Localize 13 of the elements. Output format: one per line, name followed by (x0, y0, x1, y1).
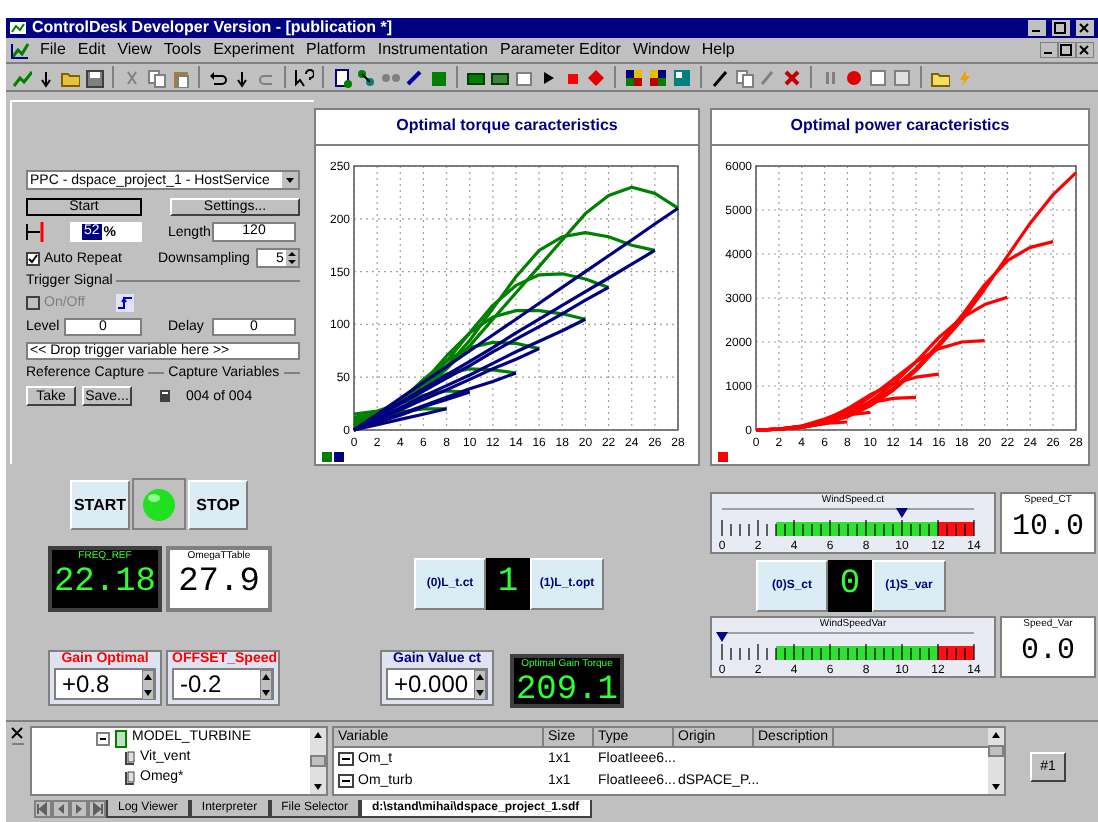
readout-value: 0.0 (1020, 632, 1075, 672)
display-value: 27.9 (178, 564, 260, 604)
digital-display: 1 (486, 558, 530, 610)
readout-value: 10.0 (1011, 508, 1084, 548)
input-value: +0.000 (392, 672, 471, 696)
input-value: -0.2 (178, 672, 224, 696)
display-value: 22.18 (53, 564, 156, 604)
window-title: ControlDesk Developer Version - [publication *] (32, 20, 393, 36)
display-value: 209.1 (515, 672, 618, 704)
input-value: +0.8 (60, 672, 112, 696)
chart-title: Optimal power caracteristics (712, 110, 1088, 146)
chart-title: Optimal torque caracteristics (316, 110, 698, 146)
digital-display: 0 (828, 560, 872, 612)
